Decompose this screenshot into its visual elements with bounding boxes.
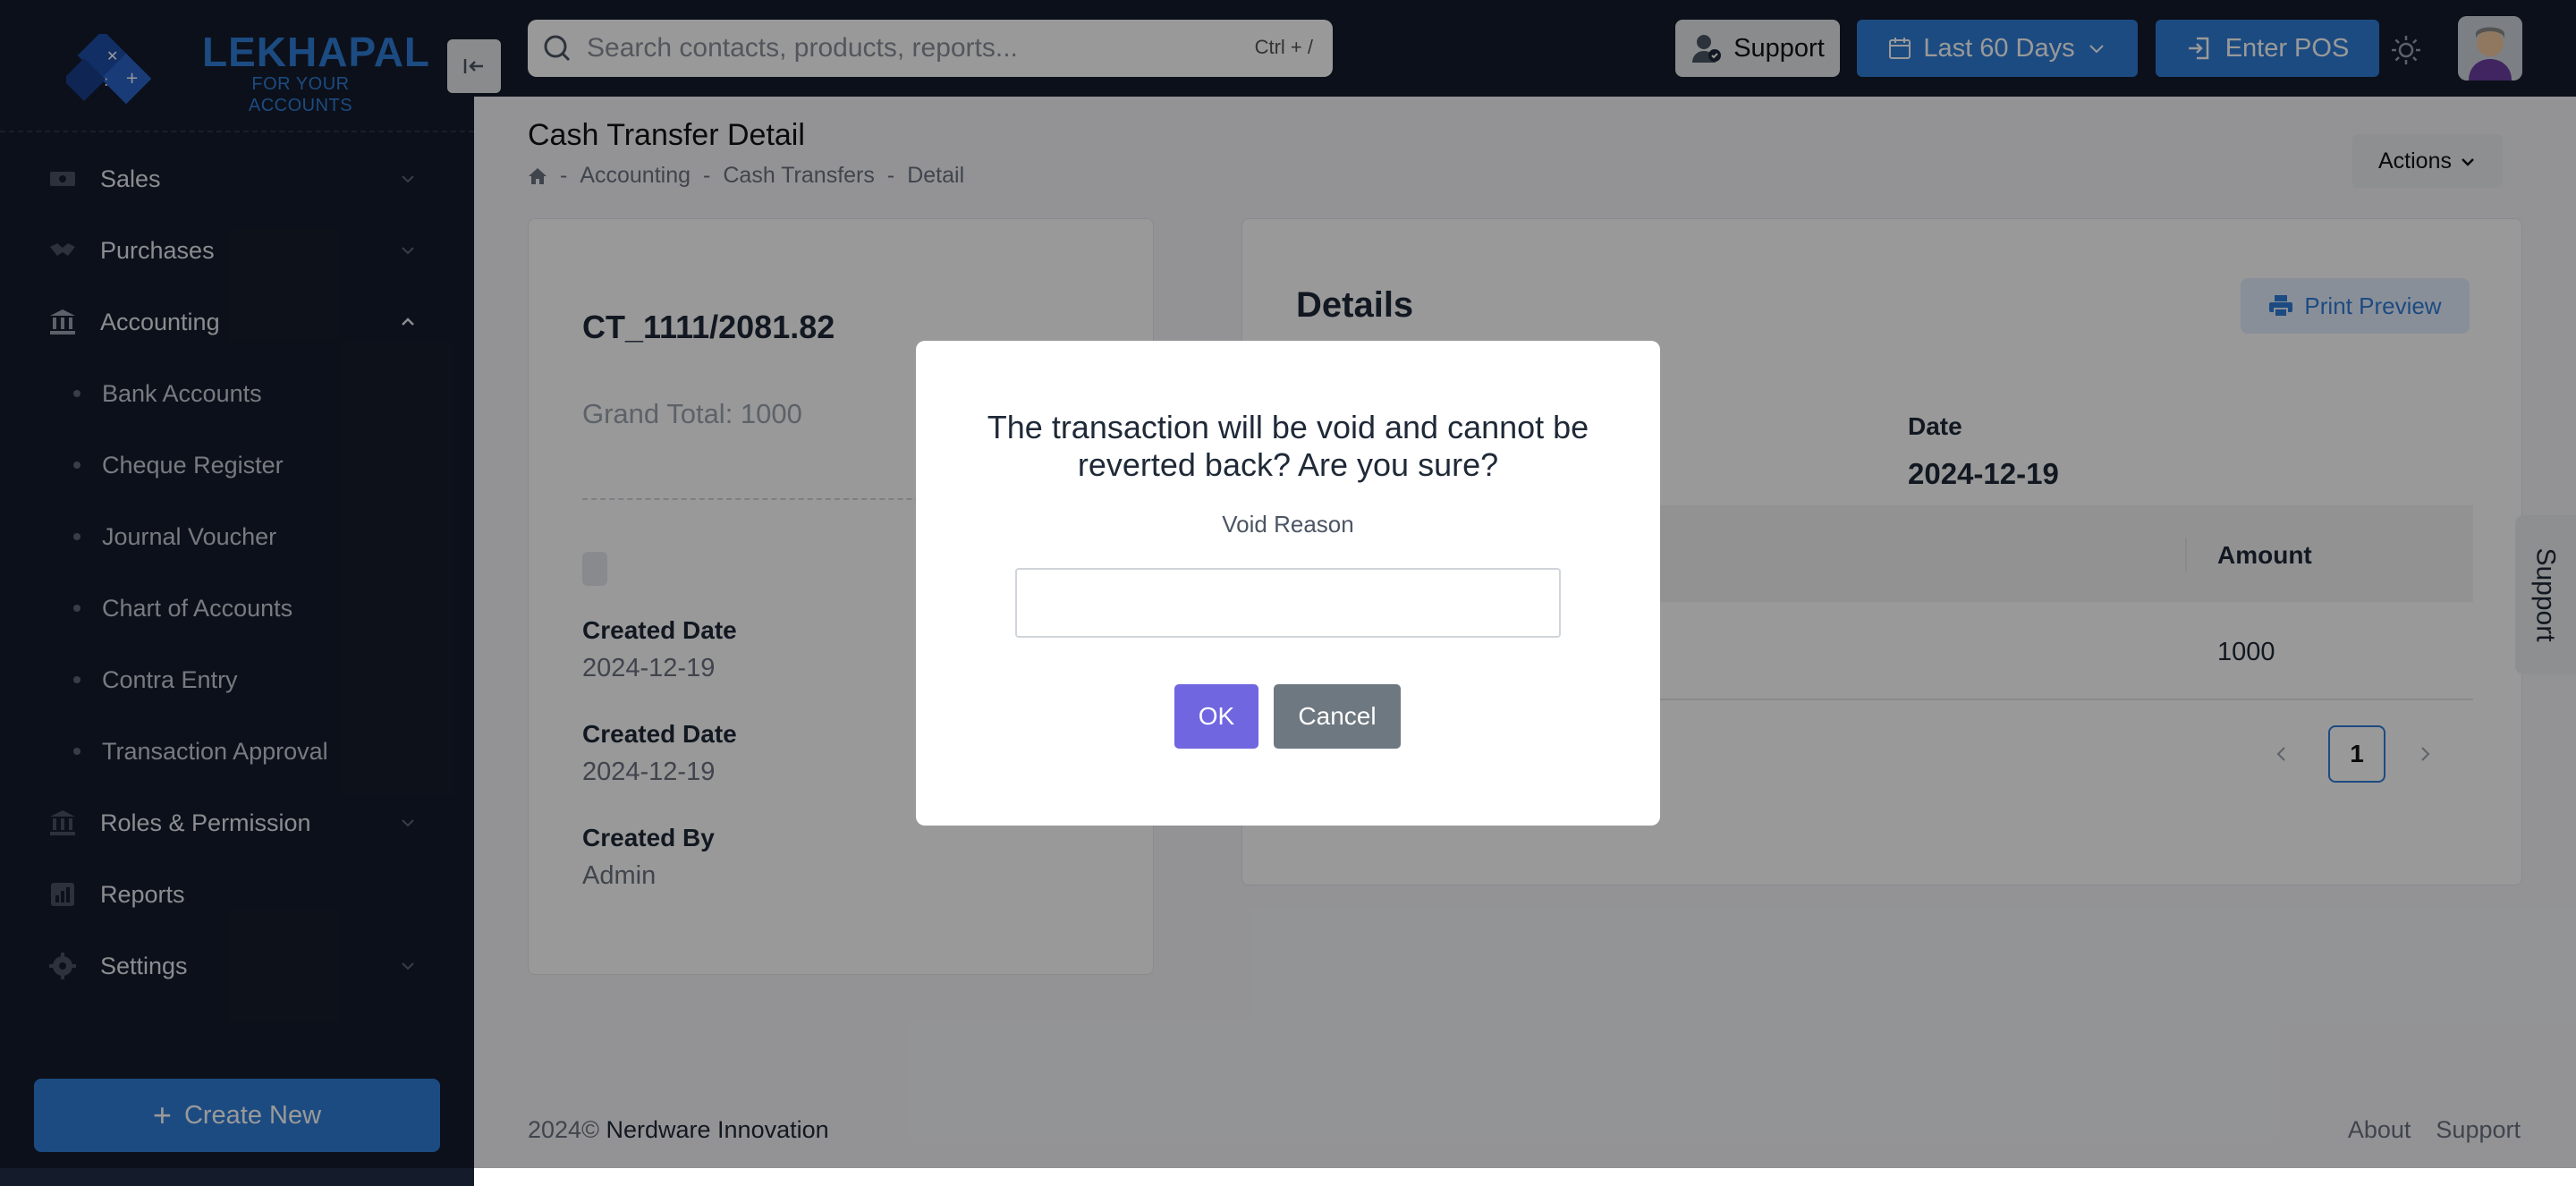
dialog-title: The transaction will be void and cannot …: [987, 409, 1589, 483]
cancel-button[interactable]: Cancel: [1274, 684, 1401, 749]
void-reason-input[interactable]: [1015, 568, 1561, 638]
ok-button[interactable]: OK: [1174, 684, 1258, 749]
void-confirm-dialog: The transaction will be void and cannot …: [916, 341, 1660, 826]
void-reason-label: Void Reason: [1222, 511, 1354, 538]
